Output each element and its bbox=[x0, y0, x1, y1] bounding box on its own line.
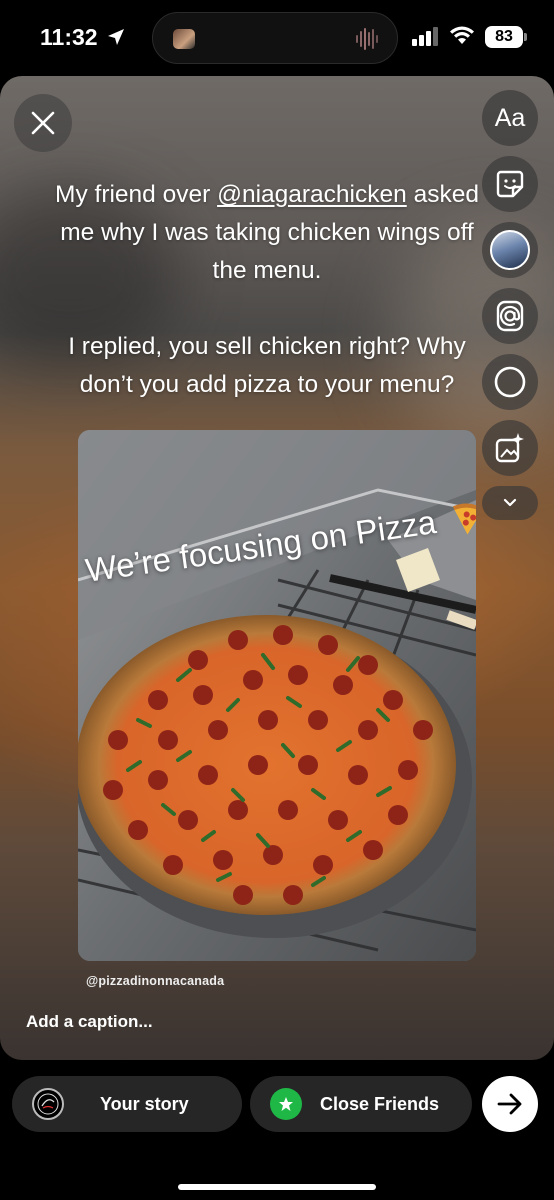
pizza-icon bbox=[452, 503, 476, 535]
status-bar: 11:32 83 bbox=[0, 0, 554, 76]
text-tool-button[interactable]: Aa bbox=[482, 90, 538, 146]
story-text-prefix: My friend over bbox=[55, 181, 218, 208]
status-time: 11:32 bbox=[40, 24, 98, 50]
arrow-right-icon bbox=[497, 1093, 522, 1115]
share-bar: Your story Close Friends bbox=[0, 1060, 554, 1200]
home-indicator[interactable] bbox=[178, 1184, 376, 1190]
your-story-label: Your story bbox=[100, 1093, 189, 1114]
now-playing-thumbnail bbox=[173, 29, 195, 49]
close-friends-star-badge bbox=[270, 1088, 302, 1120]
close-button[interactable] bbox=[14, 94, 72, 152]
circle-icon bbox=[494, 366, 526, 398]
more-tools-button[interactable] bbox=[482, 486, 538, 520]
text-tool-label: Aa bbox=[494, 103, 526, 132]
close-friends-label: Close Friends bbox=[320, 1093, 440, 1114]
caption-input[interactable]: Add a caption... bbox=[26, 1012, 153, 1032]
dynamic-island[interactable] bbox=[152, 12, 398, 64]
story-text-paragraph2: I replied, you sell chicken right? Why d… bbox=[68, 333, 466, 398]
next-button[interactable] bbox=[482, 1076, 538, 1132]
star-icon bbox=[279, 1097, 293, 1111]
mention-link[interactable]: @niagarachicken bbox=[217, 181, 407, 208]
wifi-icon bbox=[450, 26, 474, 44]
at-icon bbox=[496, 300, 524, 332]
audio-wave-icon bbox=[356, 28, 378, 50]
sticker-icon bbox=[496, 170, 524, 198]
cellular-signal-icon bbox=[412, 27, 438, 46]
embedded-post-image[interactable]: We’re focusing on Pizza bbox=[78, 430, 476, 961]
profile-logo-icon bbox=[37, 1093, 59, 1115]
photo-thumbnail-icon bbox=[490, 230, 530, 270]
effects-tool-button[interactable] bbox=[482, 420, 538, 476]
sparkle-image-icon bbox=[495, 433, 524, 463]
battery-indicator: 83 bbox=[485, 26, 527, 48]
avatar bbox=[32, 1088, 64, 1120]
post-author-handle[interactable]: @pizzadinonnacanada bbox=[86, 974, 224, 988]
close-friends-button[interactable]: Close Friends bbox=[250, 1076, 472, 1132]
your-story-button[interactable]: Your story bbox=[12, 1076, 242, 1132]
close-icon bbox=[31, 111, 55, 135]
story-canvas[interactable]: Aa My friend over @niagarachicken asked … bbox=[0, 76, 554, 1060]
chevron-down-icon bbox=[503, 498, 517, 507]
location-arrow-icon bbox=[108, 29, 124, 45]
story-text-overlay[interactable]: My friend over @niagarachicken asked me … bbox=[40, 176, 494, 404]
